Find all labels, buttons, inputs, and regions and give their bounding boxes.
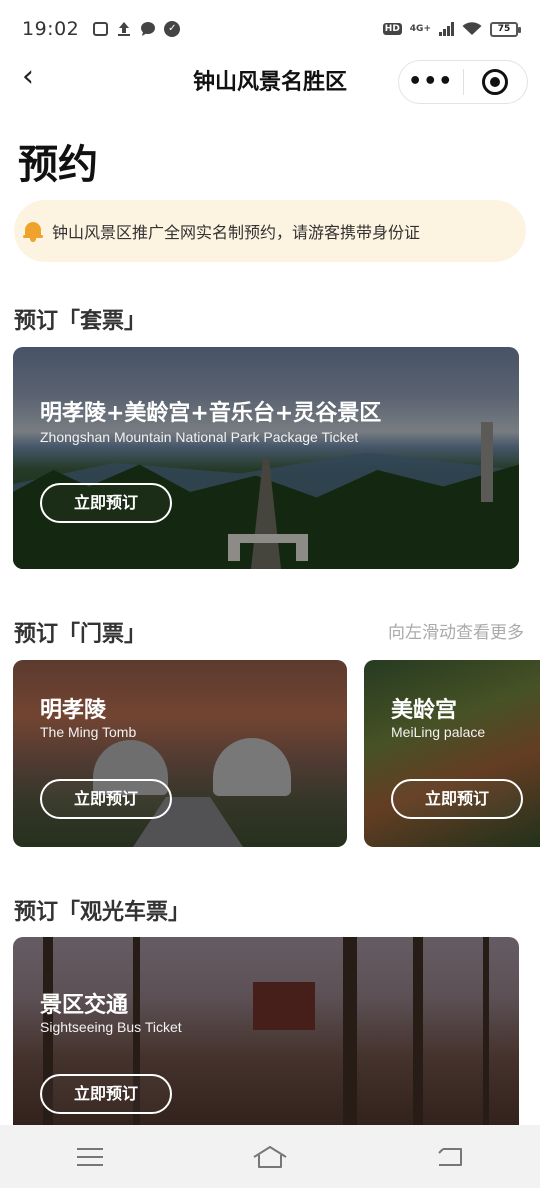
ticket-card-ming-tomb[interactable]: 明孝陵 The Ming Tomb 立即预订 [13,660,347,847]
system-nav-bar [0,1125,540,1188]
signal-icon [439,22,454,36]
status-bar: 19:02 ✓ HD 4G+ 75 [0,0,540,58]
swipe-hint: 向左滑动查看更多 [388,623,524,643]
target-close-icon[interactable] [464,69,528,95]
notice-banner: 钟山风景区推广全网实名制预约，请游客携带身份证 [14,200,526,262]
compass-icon: ✓ [164,21,181,37]
card-subtitle: The Ming Tomb [40,724,137,740]
book-now-button[interactable]: 立即预订 [40,779,172,819]
section-title-bus: 预订「观光车票」 [14,900,191,925]
card-title: 明孝陵+美龄宫+音乐台+灵谷景区 [40,401,382,426]
card-subtitle: Sightseeing Bus Ticket [40,1019,182,1035]
book-now-button[interactable]: 立即预订 [40,483,172,523]
status-time: 19:02 [22,18,80,40]
nav-bar: ‹ 钟山风景名胜区 ••• [0,58,540,104]
book-now-button[interactable]: 立即预订 [40,1074,172,1114]
message-icon [140,21,156,37]
network-type: 4G+ [409,23,431,34]
ticket-card-meiling-palace[interactable]: 美龄宫 MeiLing palace 立即预订 [364,660,540,847]
back-icon[interactable] [430,1142,470,1172]
mini-program-capsule: ••• [398,60,528,104]
page-title: 预约 [18,142,98,188]
wifi-icon [462,22,482,35]
home-icon[interactable] [250,1142,290,1172]
bell-icon [22,220,44,242]
section-title-package: 预订「套票」 [14,309,147,334]
package-ticket-card[interactable]: 明孝陵+美龄宫+音乐台+灵谷景区 Zhongshan Mountain Nati… [13,347,519,569]
notice-text: 钟山风景区推广全网实名制预约，请游客携带身份证 [52,223,421,242]
card-title: 景区交通 [40,993,129,1018]
card-subtitle: MeiLing palace [391,724,486,740]
battery-icon: 75 [490,21,521,37]
upload-icon [116,21,132,37]
status-bar-left: 19:02 ✓ [22,18,181,40]
more-dots-icon[interactable]: ••• [399,71,463,93]
status-bar-right: HD 4G+ 75 [382,21,521,37]
card-title: 明孝陵 [40,698,107,723]
card-title: 美龄宫 [391,698,458,723]
book-now-button[interactable]: 立即预订 [391,779,523,819]
card-subtitle: Zhongshan Mountain National Park Package… [40,429,359,445]
mail-icon [93,22,109,36]
hd-icon: HD [382,23,402,35]
menu-icon[interactable] [70,1142,110,1172]
section-title-tickets: 预订「门票」 [14,622,147,647]
bus-ticket-card[interactable]: 景区交通 Sightseeing Bus Ticket 立即预订 [13,937,519,1137]
